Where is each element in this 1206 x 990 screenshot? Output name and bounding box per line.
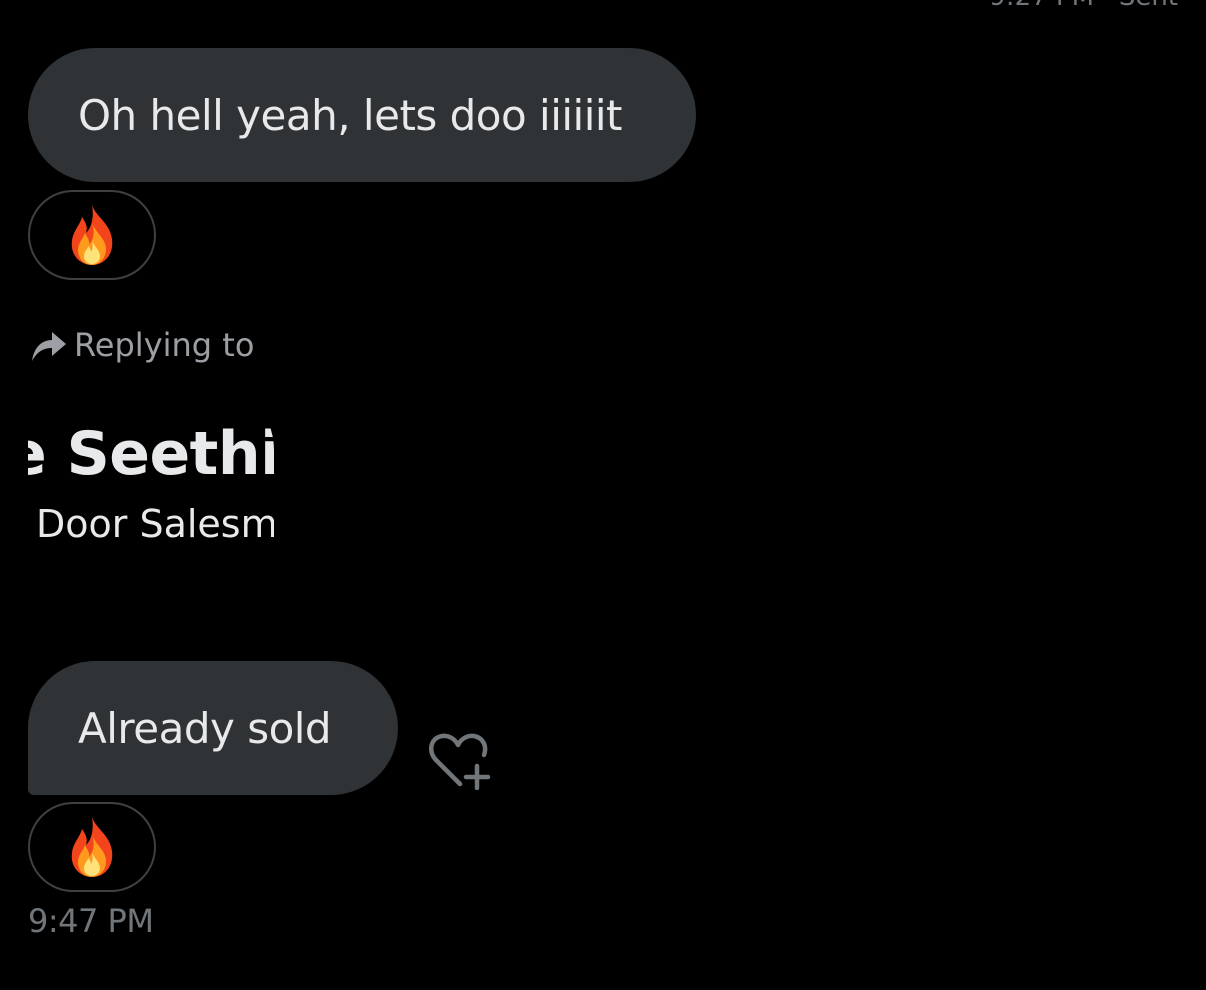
quoted-card-name: e Seethi xyxy=(28,419,274,489)
message-bubble[interactable]: Oh hell yeah, lets doo iiiiiit xyxy=(28,48,696,182)
replying-to-label: Replying to xyxy=(74,326,255,364)
heart-plus-icon xyxy=(428,733,491,791)
quoted-card-subtitle: Door Salesm xyxy=(36,502,274,546)
replying-to-indicator: Replying to xyxy=(28,322,254,368)
fire-icon xyxy=(71,817,113,877)
message-bubble[interactable]: Already sold xyxy=(28,661,398,795)
add-reaction-button[interactable] xyxy=(426,730,496,791)
message-text: Already sold xyxy=(78,703,332,753)
reply-arrow-icon xyxy=(32,332,66,361)
message-timestamp: 9:47 PM xyxy=(28,902,154,940)
fire-icon xyxy=(71,205,113,265)
message-text: Oh hell yeah, lets doo iiiiiit xyxy=(78,90,623,140)
message-status: 9:27 PM · Sent xyxy=(989,0,1178,12)
quoted-message-card[interactable]: e Seethi Door Salesm xyxy=(28,380,274,638)
reaction-badge[interactable] xyxy=(28,802,156,892)
reaction-badge[interactable] xyxy=(28,190,156,280)
